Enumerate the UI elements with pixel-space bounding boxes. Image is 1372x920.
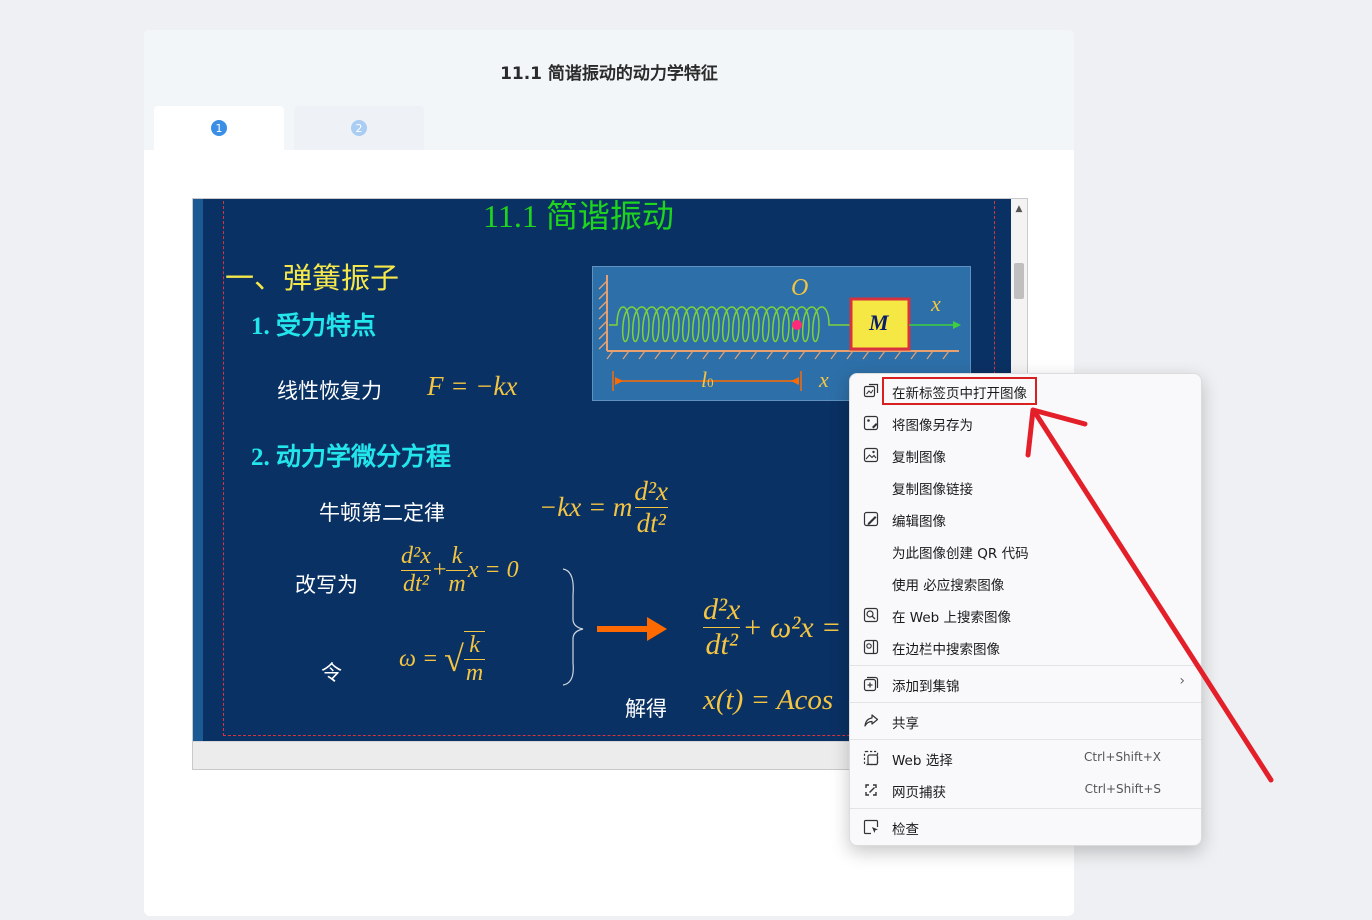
menu-label: 复制图像 — [892, 450, 946, 466]
menu-add-to-collections[interactable]: 添加到集锦 › — [850, 669, 1201, 699]
rewrite-equation: d²x dt² + km x = 0 — [399, 543, 519, 598]
slide-left-stripe — [193, 199, 203, 741]
scroll-up-icon[interactable]: ▲ — [1011, 201, 1027, 217]
slide-section-title: 一、弹簧振子 — [225, 263, 400, 295]
share-icon — [864, 714, 879, 727]
mass-label: M — [869, 310, 889, 335]
menu-label: 使用 必应搜索图像 — [892, 578, 1005, 594]
menu-copy-image-link[interactable]: 复制图像链接 — [850, 472, 1201, 502]
menu-inspect[interactable]: 检查 — [850, 812, 1201, 842]
menu-edit-image[interactable]: 编辑图像 — [850, 504, 1201, 534]
menu-shortcut: Ctrl+Shift+X — [1084, 750, 1161, 764]
result-equation: d²x dt² + ω²x = — [701, 593, 841, 662]
web-select-icon — [863, 750, 879, 766]
context-menu: 在新标签页中打开图像 将图像另存为 复制图像 复制图像链接 编辑图像 为此图像创… — [849, 373, 1202, 846]
menu-search-web-image[interactable]: 在 Web 上搜索图像 — [850, 600, 1201, 630]
sqrt-symbol: √ — [444, 639, 464, 679]
slide-subtitle-force: 1. 受力特点 — [251, 313, 377, 340]
floor-hatch — [606, 350, 950, 360]
menu-label: Web 选择 — [892, 753, 953, 769]
highlight-box — [882, 377, 1037, 405]
x-label: x — [819, 367, 829, 392]
page-title: 11.1 简谐振动的动力学特征 — [500, 64, 718, 84]
menu-sidebar-search-image[interactable]: 在边栏中搜索图像 — [850, 632, 1201, 662]
omega-equation-m: m — [463, 659, 486, 686]
result-equation-tail: + ω²x = — [742, 610, 842, 644]
newton-equation-den: dt² — [634, 507, 668, 538]
result-equation-num: d²x — [703, 593, 741, 626]
wall-hatch — [598, 280, 608, 350]
menu-label: 网页捕获 — [892, 785, 946, 801]
menu-separator — [850, 808, 1201, 809]
chevron-right-icon: › — [1179, 673, 1185, 689]
menu-create-qr-code[interactable]: 为此图像创建 QR 代码 — [850, 536, 1201, 566]
sidebar-search-icon — [863, 639, 879, 655]
web-capture-icon — [865, 784, 877, 796]
tab-1-number: 1 — [211, 120, 227, 136]
menu-copy-image[interactable]: 复制图像 — [850, 440, 1201, 470]
menu-label: 在边栏中搜索图像 — [892, 642, 1000, 658]
tab-2-number: 2 — [351, 120, 367, 136]
card-header: 11.1 简谐振动的动力学特征 1 2 — [144, 30, 1074, 150]
menu-save-image-as[interactable]: 将图像另存为 — [850, 408, 1201, 438]
menu-web-select[interactable]: Web 选择 Ctrl+Shift+X — [850, 743, 1201, 773]
rewrite-equation-num: d²x — [401, 543, 431, 569]
newton-equation-num: d²x — [634, 476, 668, 506]
newton-equation-lhs: −kx = m — [539, 492, 633, 522]
axis-x-label: x — [931, 291, 941, 316]
tab-1[interactable]: 1 — [154, 106, 284, 150]
newton-equation: −kx = m d²x dt² — [539, 476, 670, 539]
solution-label: 解得 — [625, 697, 667, 721]
slide-heading: 11.1 简谐振动 — [483, 199, 674, 234]
restoring-force-equation: F = −kx — [427, 371, 518, 401]
rewrite-label: 改写为 — [295, 573, 358, 597]
menu-label: 为此图像创建 QR 代码 — [892, 546, 1029, 562]
slide-subtitle-equation: 2. 动力学微分方程 — [251, 444, 452, 471]
menu-label: 在 Web 上搜索图像 — [892, 610, 1012, 626]
save-image-icon — [863, 415, 879, 431]
menu-web-capture[interactable]: 网页捕获 Ctrl+Shift+S — [850, 775, 1201, 805]
menu-label: 将图像另存为 — [892, 418, 973, 434]
restoring-force-label: 线性恢复力 — [277, 379, 382, 403]
rewrite-equation-den: dt² — [400, 570, 431, 597]
let-label: 令 — [321, 661, 342, 685]
rewrite-equation-plus: + — [432, 557, 447, 583]
menu-separator — [850, 739, 1201, 740]
solution-equation: x(t) = Acos — [703, 684, 834, 716]
menu-bing-search-image[interactable]: 使用 必应搜索图像 — [850, 568, 1201, 598]
menu-share[interactable]: 共享 — [850, 706, 1201, 736]
menu-label: 复制图像链接 — [892, 482, 973, 498]
menu-label: 编辑图像 — [892, 514, 946, 530]
menu-shortcut: Ctrl+Shift+S — [1084, 782, 1161, 796]
menu-separator — [850, 702, 1201, 703]
x-axis-arrowhead — [953, 321, 961, 329]
collections-icon — [863, 676, 879, 692]
origin-dot — [792, 320, 802, 330]
menu-label: 共享 — [892, 716, 919, 732]
inspect-icon — [863, 819, 879, 835]
origin-label: O — [791, 275, 809, 301]
rewrite-equation-m: m — [446, 570, 468, 597]
omega-equation-lhs: ω = — [399, 645, 439, 672]
l0-label-sub: 0 — [707, 375, 714, 390]
omega-equation-k: k — [469, 632, 480, 658]
tab-2[interactable]: 2 — [294, 106, 424, 150]
menu-separator — [850, 665, 1201, 666]
newton-law-label: 牛顿第二定律 — [319, 501, 445, 525]
result-equation-den: dt² — [703, 627, 740, 661]
menu-label: 添加到集锦 — [892, 679, 960, 695]
scrollbar-thumb[interactable] — [1014, 263, 1024, 299]
visual-search-icon — [863, 607, 879, 623]
menu-label: 检查 — [892, 822, 919, 838]
omega-equation: ω = √ km — [399, 631, 486, 687]
edit-image-icon — [863, 511, 879, 527]
l0-label: l0 — [701, 367, 714, 393]
spring-coil — [609, 306, 851, 343]
rewrite-equation-k: k — [451, 543, 463, 569]
open-in-new-tab-icon — [863, 383, 879, 398]
copy-image-icon — [863, 447, 879, 463]
rewrite-equation-tail: x = 0 — [467, 557, 519, 583]
